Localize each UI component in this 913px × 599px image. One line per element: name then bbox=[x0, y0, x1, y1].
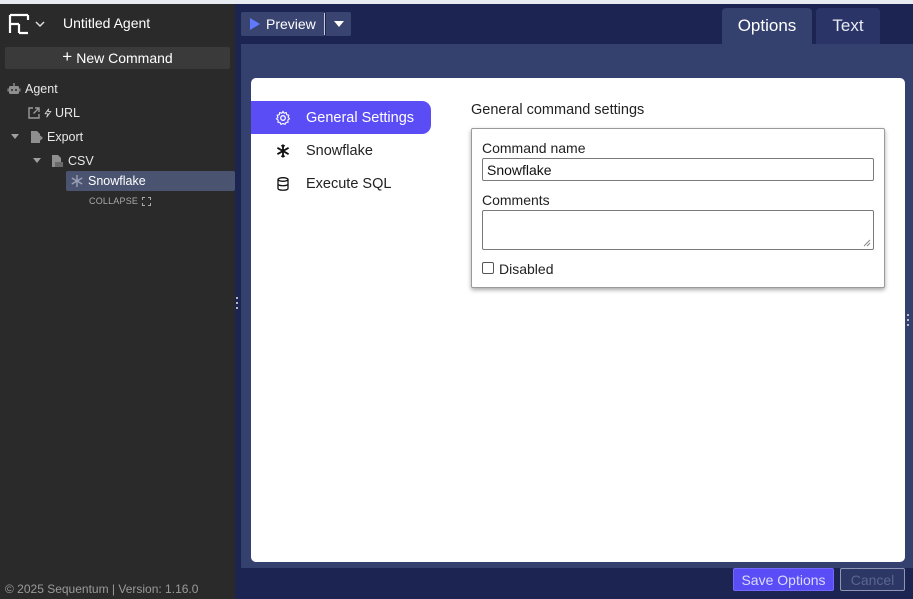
disabled-checkbox[interactable] bbox=[482, 262, 494, 274]
tab-label: Text bbox=[832, 16, 864, 35]
snowflake-icon bbox=[71, 175, 83, 187]
caret-down-icon[interactable] bbox=[11, 134, 19, 139]
command-name-label: Command name bbox=[482, 140, 586, 156]
nav-label: General Settings bbox=[306, 109, 415, 126]
preview-dropdown-button[interactable] bbox=[326, 12, 351, 36]
nav-label: Execute SQL bbox=[306, 175, 392, 192]
disabled-label[interactable]: Disabled bbox=[499, 261, 553, 277]
preview-button[interactable]: Preview bbox=[241, 12, 325, 36]
save-options-button[interactable]: Save Options bbox=[733, 568, 834, 591]
tree-item-export[interactable]: Export bbox=[29, 127, 83, 147]
tree-item-label: CSV bbox=[68, 154, 94, 168]
caret-down-icon[interactable] bbox=[33, 158, 41, 163]
tree-item-label: URL bbox=[55, 106, 81, 120]
nav-label: Snowflake bbox=[306, 142, 373, 159]
new-command-button[interactable]: + New Command bbox=[5, 47, 230, 69]
chevron-down-icon[interactable] bbox=[33, 17, 47, 31]
new-command-label: New Command bbox=[76, 50, 173, 66]
tree-item-label: Snowflake bbox=[88, 174, 146, 188]
comments-label: Comments bbox=[482, 192, 550, 208]
tab-options[interactable]: Options bbox=[722, 8, 812, 44]
tab-text[interactable]: Text bbox=[816, 8, 880, 44]
play-icon bbox=[250, 18, 260, 30]
resize-grip-icon[interactable] bbox=[863, 239, 871, 247]
plus-icon: + bbox=[62, 47, 73, 66]
csv-file-icon bbox=[52, 155, 63, 167]
gear-icon bbox=[275, 110, 291, 126]
caret-down-icon bbox=[333, 21, 344, 27]
robot-icon bbox=[7, 83, 21, 94]
footer-version: © 2025 Sequentum | Version: 1.16.0 bbox=[5, 582, 199, 596]
preview-label: Preview bbox=[266, 16, 316, 32]
lightning-icon bbox=[44, 108, 52, 118]
comments-textarea[interactable] bbox=[482, 210, 874, 250]
right-splitter-handle[interactable] bbox=[906, 314, 909, 326]
tree-item-snowflake[interactable]: Snowflake bbox=[70, 171, 146, 191]
collapse-label: COLLAPSE bbox=[89, 196, 139, 206]
database-icon bbox=[275, 176, 291, 192]
tree-item-url[interactable]: URL bbox=[27, 103, 80, 123]
preview-separator bbox=[324, 13, 325, 35]
collapse-link[interactable]: COLLAPSE bbox=[89, 196, 152, 206]
command-name-input[interactable] bbox=[482, 158, 874, 181]
nav-execute-sql[interactable]: Execute SQL bbox=[251, 167, 431, 200]
nav-snowflake[interactable]: Snowflake bbox=[251, 134, 431, 167]
tab-label: Options bbox=[737, 16, 797, 35]
sequentum-logo-icon[interactable] bbox=[8, 13, 30, 35]
section-title: General command settings bbox=[471, 102, 645, 118]
snowflake-icon bbox=[275, 143, 291, 159]
cancel-button[interactable]: Cancel bbox=[840, 568, 905, 591]
external-link-icon bbox=[28, 107, 40, 119]
tree-item-label: Export bbox=[47, 130, 84, 144]
tree-item-label: Agent bbox=[25, 82, 58, 96]
nav-general-settings[interactable]: General Settings bbox=[251, 101, 431, 134]
tree-item-agent[interactable]: Agent bbox=[7, 79, 58, 99]
export-file-icon bbox=[31, 131, 43, 143]
agent-title[interactable]: Untitled Agent bbox=[63, 15, 150, 31]
tree-item-csv[interactable]: CSV bbox=[50, 151, 94, 171]
expand-corners-icon bbox=[142, 196, 152, 206]
left-splitter-handle[interactable] bbox=[235, 297, 238, 309]
